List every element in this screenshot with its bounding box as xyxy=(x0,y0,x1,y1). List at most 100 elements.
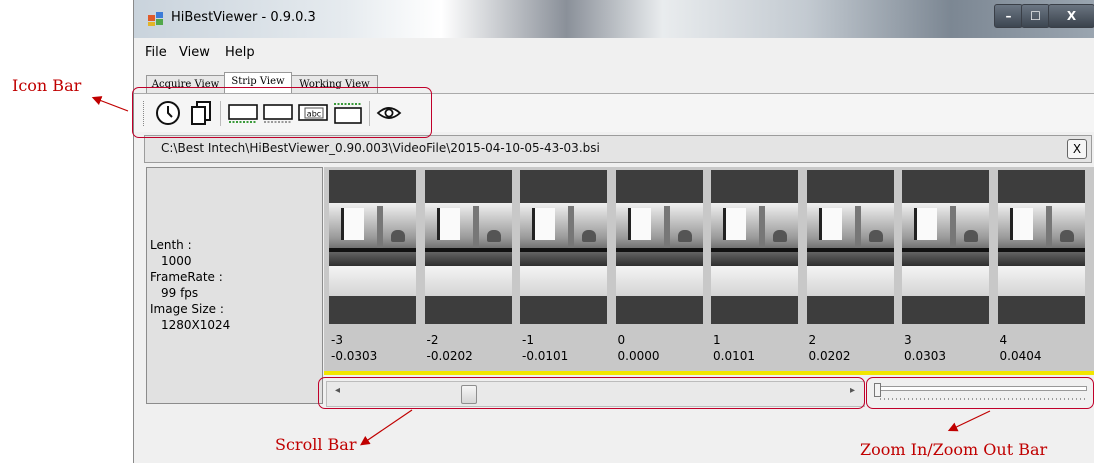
frame-counter xyxy=(902,248,989,252)
frame-bottom xyxy=(711,296,798,324)
minimize-button[interactable]: – xyxy=(994,4,1023,28)
frame-thumbnail[interactable] xyxy=(329,170,416,324)
frame-time-label: 0.0303 xyxy=(904,349,946,363)
annotation-box-zoom-bar xyxy=(866,377,1094,409)
framerate-label: FrameRate : xyxy=(150,270,223,284)
frame-top xyxy=(424,170,512,203)
frame-time-label: -0.0101 xyxy=(522,349,569,363)
frame-window xyxy=(436,208,460,240)
frame-index-label: -3 xyxy=(331,333,343,347)
frame-bottom xyxy=(424,296,512,324)
menu-help[interactable]: Help xyxy=(225,45,255,60)
frame-floor xyxy=(806,266,894,296)
arrow-icon-bar xyxy=(91,96,129,112)
frame-thumbnail[interactable] xyxy=(424,170,512,324)
frame-counter xyxy=(997,248,1085,252)
frame-time-label: 0.0101 xyxy=(713,349,755,363)
frame-window xyxy=(341,208,364,240)
annotation-icon-bar: Icon Bar xyxy=(12,76,82,95)
frame-window xyxy=(818,208,842,240)
frame-strip: -3 -0.0303 -2 -0.0202 -1 -0.0101 0 0.0000 1 0.010… xyxy=(324,167,1094,371)
frame-counter xyxy=(806,248,894,252)
close-window-button[interactable]: X xyxy=(1048,4,1094,28)
frame-kettle xyxy=(868,230,883,242)
frame-post xyxy=(1045,206,1052,248)
frame-thumbnail[interactable] xyxy=(997,170,1085,324)
frame-top xyxy=(902,170,989,203)
frame-bottom xyxy=(329,296,416,324)
frame-top xyxy=(711,170,798,203)
length-label: Lenth : xyxy=(150,238,192,252)
image-size-label: Image Size : xyxy=(150,302,224,316)
window-title: HiBestViewer - 0.9.0.3 xyxy=(171,10,316,25)
frame-thumbnail[interactable] xyxy=(711,170,798,324)
frame-index-label: 4 xyxy=(999,333,1008,347)
frame-top xyxy=(997,170,1085,203)
frame-bottom xyxy=(806,296,894,324)
maximize-button[interactable]: ☐ xyxy=(1021,4,1050,28)
frame-floor xyxy=(520,266,607,296)
title-bar: HiBestViewer - 0.9.0.3 – ☐ X xyxy=(134,0,1094,38)
frame-post xyxy=(377,206,383,248)
frame-bottom xyxy=(520,296,607,324)
frame-kettle xyxy=(773,230,787,242)
frame-time-label: -0.0202 xyxy=(426,349,473,363)
frame-post xyxy=(472,206,479,248)
frame-floor xyxy=(329,266,416,296)
app-logo-icon xyxy=(148,12,163,26)
annotation-scroll-bar: Scroll Bar xyxy=(275,435,357,454)
timeline-highlight xyxy=(324,371,1094,375)
frame-top xyxy=(329,170,416,203)
menu-bar: File View Help xyxy=(134,38,1094,68)
frame-kettle xyxy=(677,230,692,242)
frame-index-label: -2 xyxy=(426,333,439,347)
frame-bottom xyxy=(997,296,1085,324)
frame-top xyxy=(806,170,894,203)
frame-bottom xyxy=(615,296,703,324)
frame-counter xyxy=(424,248,512,252)
frame-bottom xyxy=(902,296,989,324)
frame-thumbnail[interactable] xyxy=(520,170,607,324)
frame-kettle xyxy=(1059,230,1074,242)
frame-thumbnail[interactable] xyxy=(902,170,989,324)
frame-time-label: 0.0404 xyxy=(999,349,1042,363)
close-file-button[interactable]: X xyxy=(1067,139,1087,159)
frame-window xyxy=(532,208,555,240)
menu-file[interactable]: File xyxy=(145,45,167,60)
length-value: 1000 xyxy=(161,254,192,268)
file-info-panel: Lenth : 1000 FrameRate : 99 fps Image Si… xyxy=(146,167,323,404)
frame-index-label: 2 xyxy=(808,333,817,347)
frame-index-label: 1 xyxy=(713,333,721,347)
file-path-text: C:\Best Intech\HiBestViewer_0.90.003\Vid… xyxy=(161,141,600,155)
annotation-box-scroll-bar xyxy=(318,377,865,409)
framerate-value: 99 fps xyxy=(161,286,199,300)
frame-kettle xyxy=(964,230,978,242)
menu-view[interactable]: View xyxy=(179,45,210,60)
frame-time-label: -0.0303 xyxy=(331,349,378,363)
frame-index-label: 0 xyxy=(617,333,626,347)
frame-top xyxy=(520,170,607,203)
file-path-bar: C:\Best Intech\HiBestViewer_0.90.003\Vid… xyxy=(144,135,1092,163)
frame-post xyxy=(854,206,861,248)
annotation-zoom-bar: Zoom In/Zoom Out Bar xyxy=(860,440,1048,459)
frame-post xyxy=(663,206,670,248)
frame-thumbnail[interactable] xyxy=(806,170,894,324)
frame-kettle xyxy=(391,230,405,242)
frame-floor xyxy=(902,266,989,296)
frame-post xyxy=(759,206,765,248)
frame-floor xyxy=(615,266,703,296)
frame-kettle xyxy=(582,230,596,242)
image-size-value: 1280X1024 xyxy=(161,318,231,332)
frame-floor xyxy=(997,266,1085,296)
frame-counter xyxy=(615,248,703,252)
frame-index-label: 3 xyxy=(904,333,912,347)
frame-index-label: -1 xyxy=(522,333,534,347)
frame-post xyxy=(568,206,574,248)
frame-window xyxy=(1009,208,1033,240)
frame-window xyxy=(914,208,937,240)
frame-floor xyxy=(424,266,512,296)
frame-thumbnail[interactable] xyxy=(615,170,703,324)
frame-window xyxy=(723,208,746,240)
frame-window xyxy=(627,208,651,240)
frame-counter xyxy=(520,248,607,252)
